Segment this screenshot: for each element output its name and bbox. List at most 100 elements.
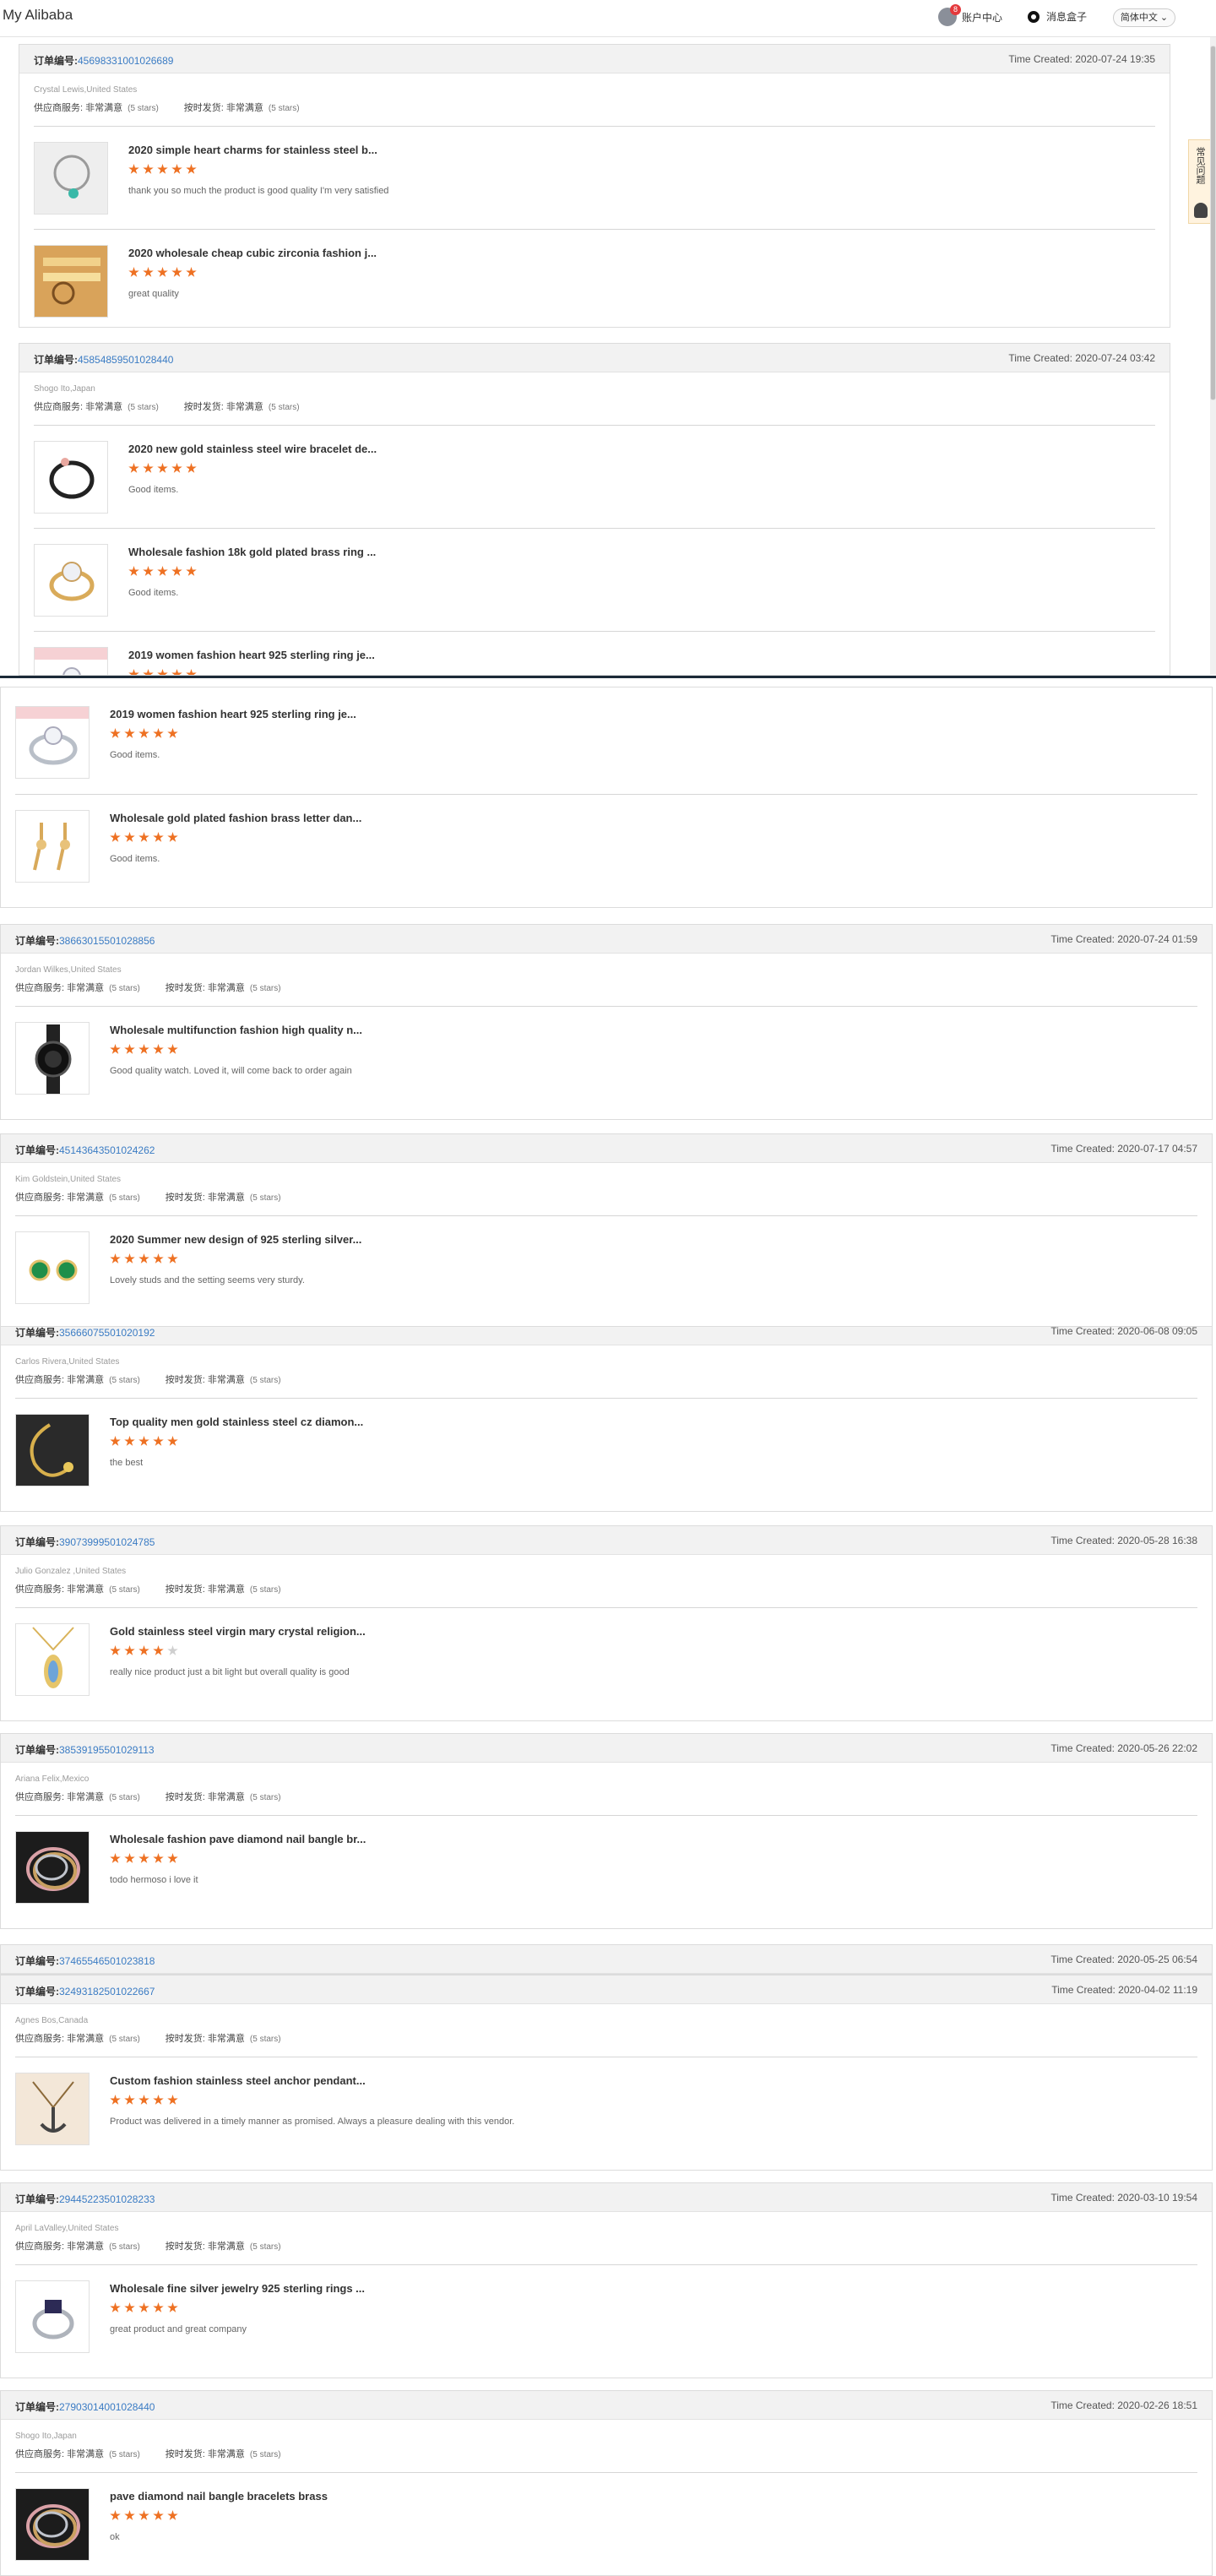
on-time-shipping-rating: 按时发货: 非常满意 (5 stars) <box>166 1790 281 1803</box>
star-filled-icon <box>124 2302 135 2312</box>
order-id-link[interactable]: 45854859501028440 <box>78 354 173 366</box>
star-filled-icon <box>153 1436 164 1446</box>
review-text: Product was delivered in a timely manner… <box>110 2117 515 2127</box>
supplier-service-rating-stars: (5 stars) <box>128 104 159 113</box>
star-filled-icon <box>153 2302 164 2312</box>
product-title[interactable]: Wholesale fine silver jewelry 925 sterli… <box>110 2282 365 2295</box>
star-filled-icon <box>110 1044 121 1054</box>
order-card: 订单编号:38663015501028856 Time Created: 2020… <box>0 924 1213 1120</box>
product-title[interactable]: Gold stainless steel virgin mary crystal… <box>110 1625 366 1638</box>
star-filled-icon <box>143 164 154 174</box>
star-filled-icon <box>167 1044 178 1054</box>
star-filled-icon <box>153 1253 164 1264</box>
order-id: 订单编号:32493182501022667 <box>15 1984 155 1998</box>
order-id-link[interactable]: 29445223501028233 <box>59 2193 155 2205</box>
message-icon <box>1028 10 1040 23</box>
notification-badge: 8 <box>950 4 961 15</box>
product-title[interactable]: 2020 new gold stainless steel wire brace… <box>128 443 377 455</box>
order-id: 订单编号:38539195501029113 <box>15 1742 155 1757</box>
time-created: Time Created: 2020-05-26 22:02 <box>1050 1742 1197 1754</box>
product-thumbnail[interactable] <box>15 1231 90 1304</box>
product-thumbnail[interactable] <box>34 544 108 617</box>
product-title[interactable]: Wholesale fashion pave diamond nail bang… <box>110 1833 366 1845</box>
product-thumbnail[interactable] <box>15 2488 90 2561</box>
seller-ratings: 供应商服务: 非常满意 (5 stars) 按时发货: 非常满意 (5 stars) <box>19 95 1170 126</box>
product-thumbnail[interactable] <box>34 441 108 514</box>
review-item: 2020 wholesale cheap cubic zirconia fash… <box>34 229 1155 327</box>
star-filled-icon <box>167 1436 178 1446</box>
order-id-link[interactable]: 27903014001028440 <box>59 2401 155 2413</box>
product-title[interactable]: Top quality men gold stainless steel cz … <box>110 1416 363 1428</box>
brand-title[interactable]: My Alibaba <box>3 7 73 24</box>
review-text: Good items. <box>128 485 179 495</box>
order-id-label: 订单编号: <box>15 1744 59 1756</box>
product-title[interactable]: Wholesale fashion 18k gold plated brass … <box>128 546 376 558</box>
star-filled-icon <box>153 832 164 842</box>
order-id-link[interactable]: 45143643501024262 <box>59 1144 155 1156</box>
on-time-shipping-rating-label: 按时发货: 非常满意 <box>165 2034 245 2044</box>
buyer-name: Ariana Felix,Mexico <box>15 1774 90 1784</box>
review-text: ok <box>110 2532 120 2542</box>
buyer-name: Agnes Bos,Canada <box>15 2016 89 2025</box>
order-id-link[interactable]: 39073999501024785 <box>59 1536 155 1548</box>
star-filled-icon <box>124 1253 135 1264</box>
product-thumbnail[interactable] <box>15 1623 90 1696</box>
star-filled-icon <box>110 728 121 738</box>
star-filled-icon <box>171 463 182 473</box>
support-agent-icon <box>1194 203 1208 218</box>
order-id-link[interactable]: 38539195501029113 <box>59 1744 155 1756</box>
product-title[interactable]: pave diamond nail bangle bracelets brass <box>110 2490 328 2503</box>
language-select[interactable]: 简体中文 ⌄ <box>1113 8 1175 27</box>
on-time-shipping-rating-stars: (5 stars) <box>249 984 281 993</box>
time-created-label: Time Created: <box>1050 1954 1118 1965</box>
account-center-link[interactable]: 8 账户中心 <box>938 4 1002 26</box>
supplier-service-rating: 供应商服务: 非常满意 (5 stars) <box>15 2447 140 2460</box>
product-title[interactable]: 2020 simple heart charms for stainless s… <box>128 144 377 156</box>
product-title[interactable]: 2020 Summer new design of 925 sterling s… <box>110 1233 361 1246</box>
product-thumbnail[interactable] <box>34 245 108 318</box>
time-created: Time Created: 2020-07-24 19:35 <box>1008 53 1155 65</box>
product-title[interactable]: 2019 women fashion heart 925 sterling ri… <box>128 649 375 661</box>
product-title[interactable]: 2020 wholesale cheap cubic zirconia fash… <box>128 247 377 259</box>
star-filled-icon <box>143 463 154 473</box>
order-id-link[interactable]: 35666075501020192 <box>59 1327 155 1339</box>
star-filled-icon <box>167 2095 178 2105</box>
product-thumbnail[interactable] <box>15 2073 90 2145</box>
order-id-label: 订单编号: <box>15 1536 59 1548</box>
product-title[interactable]: Wholesale multifunction fashion high qua… <box>110 1024 362 1036</box>
product-thumbnail[interactable] <box>34 142 108 215</box>
faq-label: 常见问题 <box>1195 147 1205 184</box>
order-card: 订单编号:29445223501028233 Time Created: 2020… <box>0 2182 1213 2378</box>
on-time-shipping-rating-stars: (5 stars) <box>249 1193 281 1203</box>
product-title[interactable]: Custom fashion stainless steel anchor pe… <box>110 2074 366 2087</box>
star-filled-icon <box>138 2095 149 2105</box>
order-id-link[interactable]: 32493182501022667 <box>59 1986 155 1997</box>
order-id-link[interactable]: 45698331001026689 <box>78 55 173 67</box>
time-created: Time Created: 2020-03-10 19:54 <box>1050 2192 1197 2204</box>
product-thumbnail[interactable] <box>15 706 90 779</box>
product-title[interactable]: Wholesale gold plated fashion brass lett… <box>110 812 361 824</box>
star-filled-icon <box>138 1645 149 1655</box>
product-thumbnail[interactable] <box>15 810 90 883</box>
product-thumbnail[interactable] <box>15 1831 90 1904</box>
order-id-label: 订单编号: <box>15 2401 59 2413</box>
faq-side-tab[interactable]: 常见问题 <box>1188 139 1212 224</box>
star-filled-icon <box>110 2095 121 2105</box>
product-thumbnail[interactable] <box>15 1414 90 1486</box>
order-id-link[interactable]: 38663015501028856 <box>59 935 155 947</box>
time-created-label: Time Created: <box>1050 2192 1118 2204</box>
star-filled-icon <box>153 2095 164 2105</box>
supplier-service-rating: 供应商服务: 非常满意 (5 stars) <box>15 981 140 994</box>
order-header: 订单编号:37465546501023818 Time Created: 2020… <box>1 1945 1212 1974</box>
order-id-link[interactable]: 37465546501023818 <box>59 1955 155 1967</box>
product-title[interactable]: 2019 women fashion heart 925 sterling ri… <box>110 708 356 720</box>
star-rating <box>110 832 178 843</box>
product-thumbnail[interactable] <box>15 2280 90 2353</box>
product-thumbnail[interactable] <box>15 1022 90 1095</box>
vertical-scrollbar[interactable] <box>1210 37 1216 675</box>
star-filled-icon <box>110 1853 121 1863</box>
message-box-link[interactable]: 消息盒子 <box>1028 9 1087 24</box>
scrollbar-thumb[interactable] <box>1210 46 1216 400</box>
star-filled-icon <box>167 2510 178 2520</box>
product-thumbnail[interactable] <box>34 647 108 675</box>
